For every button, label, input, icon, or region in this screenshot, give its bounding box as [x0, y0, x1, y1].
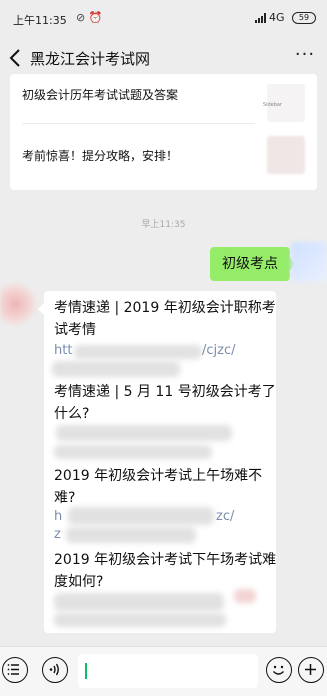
incoming-message-bubble[interactable]: 考情速递 | 2019 年初级会计职称考 试考情 htt /cjzc/ 考情速递…: [38, 291, 277, 633]
notification-icons: ⊘ ⏰: [76, 11, 103, 24]
blurred-link-4: [54, 445, 212, 459]
voice-input-icon[interactable]: [42, 657, 68, 683]
message-input[interactable]: [78, 654, 258, 688]
reply-link-3-end[interactable]: zc/: [216, 509, 234, 524]
reply-link-4-start[interactable]: z: [54, 527, 61, 542]
input-bar: [0, 646, 327, 696]
message-timestamp: 早上11:35: [141, 220, 186, 230]
text-caret: [85, 663, 87, 679]
user-avatar[interactable]: [291, 242, 327, 282]
card-article-2[interactable]: 考前惊喜！提分攻略，安排！: [22, 147, 178, 164]
reply-line-3: 考情速递 | 5 月 11 号初级会计考了: [54, 384, 276, 400]
blurred-link-5: [68, 507, 214, 525]
reply-line-6: 难?: [54, 490, 76, 506]
network-type: 4G: [269, 11, 285, 24]
blurred-link-3: [56, 425, 232, 441]
reply-line-2: 试考情: [54, 322, 96, 338]
menu-icon[interactable]: [2, 657, 28, 683]
article-thumbnail-2: [267, 136, 305, 174]
reply-link-1-end[interactable]: /cjzc/: [202, 343, 236, 358]
blurred-link-6: [66, 527, 196, 543]
signal-icon: [255, 13, 266, 23]
battery-icon: 59: [292, 12, 316, 24]
outgoing-message-bubble[interactable]: 初级考点: [210, 247, 296, 281]
reply-link-3-start[interactable]: h: [54, 509, 62, 524]
blurred-link-2: [52, 361, 180, 377]
chat-title: 黑龙江会计考试网: [30, 50, 151, 68]
more-options-icon[interactable]: ···: [293, 44, 317, 68]
reply-line-7: 2019 年初级会计考试下午场考试难: [54, 552, 277, 568]
reply-line-8: 度如何?: [54, 574, 104, 590]
reply-line-5: 2019 年初级会计考试上午场难不: [54, 468, 263, 484]
emoji-icon[interactable]: [266, 657, 292, 683]
status-time: 上午11:35: [13, 14, 67, 27]
card-article-1[interactable]: 初级会计历年考试试题及答案: [22, 86, 178, 103]
blurred-link-8: [54, 613, 226, 627]
blurred-link-1: [74, 345, 202, 359]
reply-link-1-start[interactable]: htt: [54, 343, 72, 358]
card-divider: [22, 123, 255, 124]
plus-icon[interactable]: [298, 657, 324, 683]
reply-line-1: 考情速递 | 2019 年初级会计职称考: [54, 300, 276, 316]
thumbnail-caption: Sidebar: [262, 102, 282, 108]
blurred-link-7: [54, 593, 224, 611]
article-card[interactable]: 初级会计历年考试试题及答案 Sidebar 考前惊喜！提分攻略，安排！: [10, 74, 317, 190]
blurred-badge: [234, 589, 256, 603]
status-bar: 上午11:35 ⊘ ⏰ 4G 59: [0, 0, 327, 36]
reply-line-4: 什么?: [54, 406, 90, 422]
account-avatar[interactable]: [0, 282, 38, 326]
back-arrow-icon[interactable]: [6, 46, 26, 70]
